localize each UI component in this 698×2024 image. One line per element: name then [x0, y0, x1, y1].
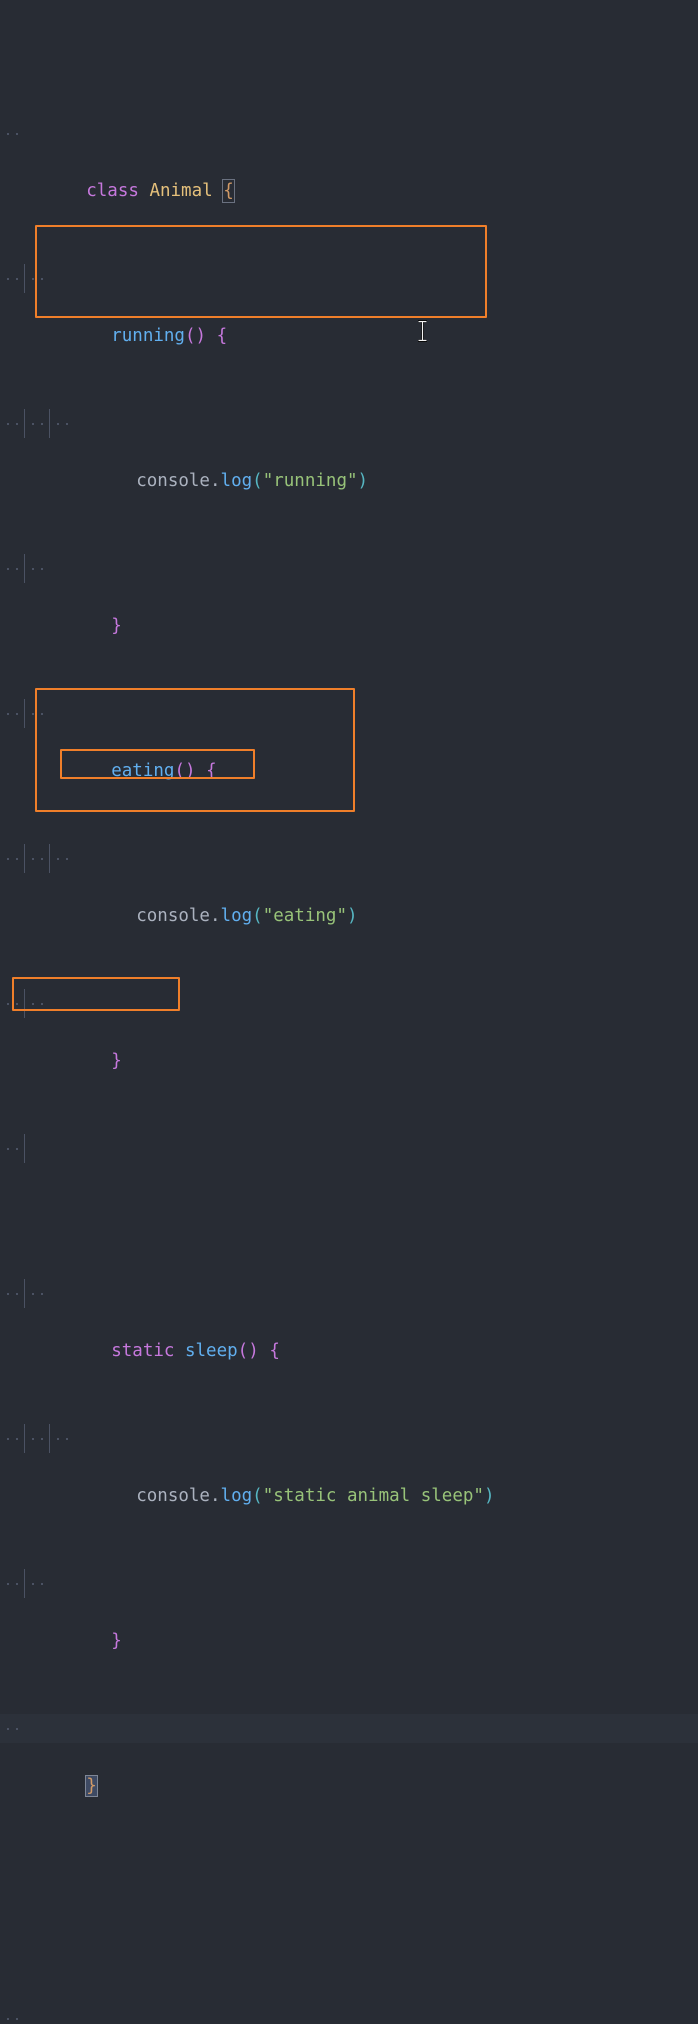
token-method-name: sleep [184, 1341, 238, 1361]
code-line-text: console.log("eating") [86, 902, 357, 931]
code-line-text: running() { [86, 322, 227, 351]
token-object: console [136, 471, 210, 491]
text-ibeam-pointer-icon [418, 320, 427, 342]
code-line[interactable]: } [0, 1569, 698, 1651]
token-paren-open: ( [174, 761, 185, 781]
token-string: "static animal sleep" [262, 1486, 484, 1506]
code-line[interactable]: console.log("eating") [0, 844, 698, 926]
whitespace-guides [0, 409, 698, 438]
token-paren-open: ( [184, 326, 196, 346]
token-paren-open: ( [252, 471, 263, 491]
code-line-text: static sleep() { [86, 1337, 280, 1366]
whitespace-guides [0, 844, 698, 873]
code-line-blank[interactable] [0, 1134, 698, 1163]
whitespace-guides [0, 1134, 698, 1163]
code-line[interactable]: class Dog extends Animal { [0, 2004, 698, 2024]
whitespace-guides [0, 554, 698, 583]
token-dot: . [209, 471, 221, 491]
token-paren-close: ) [195, 326, 207, 346]
token-method-name: running [111, 326, 185, 346]
token-brace-close-selected: } [85, 1775, 98, 1797]
whitespace-guides [0, 264, 698, 293]
token-paren-close: ) [184, 761, 196, 781]
token-brace-open-matched: { [222, 179, 235, 203]
token-method-log: log [220, 471, 253, 491]
token-paren-close: ) [357, 471, 369, 491]
code-line[interactable]: running() { [0, 264, 698, 346]
token-object: console [136, 906, 210, 926]
code-line-text: console.log("static animal sleep") [86, 1482, 494, 1511]
whitespace-guides [0, 1569, 698, 1598]
code-line-text: } [85, 1772, 98, 1801]
whitespace-guides [0, 1279, 698, 1308]
code-editor-canvas[interactable]: class Animal { running() { console.log("… [0, 0, 698, 2020]
whitespace-guides [0, 989, 698, 1018]
code-line-text: console.log("running") [86, 467, 368, 496]
token-paren-close: ) [346, 906, 358, 926]
token-paren-open: ( [252, 906, 263, 926]
token-paren-close: ) [248, 1341, 259, 1361]
token-brace-close: } [111, 1631, 122, 1651]
token-brace-open: { [206, 761, 217, 781]
token-paren-open: ( [237, 1341, 249, 1361]
code-line[interactable]: console.log("running") [0, 409, 698, 491]
code-line[interactable]: class Animal { [0, 119, 698, 203]
token-method-name: eating [111, 761, 175, 781]
token-brace-open: { [269, 1341, 280, 1361]
token-string: "eating" [262, 906, 347, 926]
whitespace-guides [0, 699, 698, 728]
code-line-text: } [86, 1627, 122, 1656]
whitespace-guides [0, 1424, 698, 1453]
token-brace-close: } [111, 616, 122, 636]
whitespace-guides [0, 1714, 698, 1743]
code-line-text: class Animal { [86, 177, 235, 206]
token-class-name: Animal [149, 181, 213, 201]
code-line[interactable]: static sleep() { [0, 1279, 698, 1361]
code-content[interactable]: class Animal { running() { console.log("… [0, 0, 698, 2024]
token-brace-open: { [216, 326, 228, 346]
code-line-current[interactable]: } [0, 1714, 698, 1797]
token-paren-close: ) [483, 1486, 495, 1506]
whitespace-guides [0, 119, 698, 148]
token-method-log: log [220, 906, 253, 926]
token-keyword: class [86, 181, 139, 201]
code-line[interactable]: console.log("static animal sleep") [0, 1424, 698, 1506]
token-method-log: log [220, 1486, 253, 1506]
code-line[interactable]: } [0, 554, 698, 636]
token-string: "running" [262, 471, 358, 491]
token-paren-open: ( [252, 1486, 263, 1506]
token-dot: . [209, 1486, 221, 1506]
token-dot: . [209, 906, 221, 926]
token-brace-close: } [111, 1051, 122, 1071]
code-line[interactable]: } [0, 989, 698, 1071]
code-line[interactable]: eating() { [0, 699, 698, 781]
token-object: console [136, 1486, 210, 1506]
code-line-text: } [86, 1047, 122, 1076]
code-line-blank[interactable] [0, 1859, 698, 1888]
code-line-text: } [86, 612, 122, 641]
whitespace-guides [0, 2004, 698, 2024]
code-line-text: eating() { [86, 757, 216, 786]
token-keyword-static: static [111, 1341, 175, 1361]
